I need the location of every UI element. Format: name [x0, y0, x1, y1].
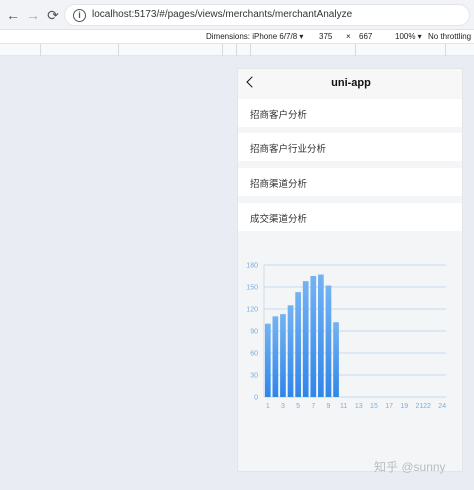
x-tick-label: 1	[266, 403, 270, 410]
y-tick-label: 30	[250, 373, 258, 380]
x-tick-label: 17	[385, 403, 393, 410]
y-tick-label: 180	[246, 263, 258, 270]
watermark: 知乎 @sunny	[374, 460, 446, 474]
ruler-tick	[355, 44, 356, 56]
url-text[interactable]: localhost:5173/#/pages/views/merchants/m…	[92, 9, 352, 20]
dimension-times: ×	[346, 32, 351, 41]
y-tick-label: 60	[250, 351, 258, 358]
x-tick-label: 22	[423, 403, 431, 410]
menu-item[interactable]: 成交渠道分析	[238, 203, 462, 231]
chart-bar[interactable]	[295, 292, 301, 397]
x-tick-label: 19	[400, 403, 408, 410]
x-tick-label: 24	[438, 403, 446, 410]
menu-item-label: 成交渠道分析	[250, 214, 308, 225]
menu-item-label: 招商客户分析	[250, 110, 308, 121]
ruler-tick	[445, 44, 446, 56]
x-tick-label: 11	[340, 403, 347, 410]
bar-chart: 0 30 60 90 120 150 180 1 3 5 7 9 11 13 15 17 19 21 22 24	[238, 245, 462, 471]
chart-bar[interactable]	[280, 314, 286, 397]
menu-item-label: 招商渠道分析	[250, 179, 308, 190]
ruler-tick	[222, 44, 223, 56]
x-tick-label: 13	[355, 403, 363, 410]
x-tick-label: 15	[370, 403, 378, 410]
x-tick-label: 3	[281, 403, 285, 410]
device-dimensions-select[interactable]: Dimensions: iPhone 6/7/8 ▾	[206, 32, 303, 41]
zoom-select[interactable]: 100% ▾	[395, 32, 422, 41]
throttling-select[interactable]: No throttling	[428, 32, 471, 41]
bar-chart-svg: 03060901201501801 3 5 7 9 11 13 15 17 19 21 22 24	[246, 263, 446, 411]
address-bar[interactable]: i localhost:5173/#/pages/views/merchants…	[64, 4, 470, 26]
back-arrow-icon[interactable]: ←	[4, 6, 22, 24]
chart-bar[interactable]	[318, 274, 324, 397]
device-toolbar: Dimensions: iPhone 6/7/8 ▾ 375 × 667 100…	[0, 30, 474, 44]
x-tick-label: 7	[311, 403, 315, 410]
device-width-input[interactable]: 375	[319, 32, 332, 41]
ruler-tick	[118, 44, 119, 56]
ruler-tick	[236, 44, 237, 56]
device-height-input[interactable]: 667	[359, 32, 372, 41]
y-tick-label: 150	[246, 285, 258, 292]
x-tick-label: 5	[296, 403, 300, 410]
menu-item[interactable]: 招商渠道分析	[238, 168, 462, 196]
reload-icon[interactable]: ⟳	[44, 6, 62, 24]
app-header: uni-app	[238, 69, 462, 97]
phone-viewport: uni-app 招商客户分析 招商客户行业分析 招商渠道分析 成交渠道分析 0 3…	[237, 68, 463, 472]
menu-item[interactable]: 招商客户分析	[238, 99, 462, 127]
page-title: uni-app	[331, 77, 371, 89]
browser-toolbar: ← → ⟳ i localhost:5173/#/pages/views/mer…	[0, 0, 474, 30]
chart-bar[interactable]	[325, 285, 332, 397]
menu-item-label: 招商客户行业分析	[250, 144, 327, 155]
chart-bar[interactable]	[264, 323, 271, 397]
x-tick-label: 9	[327, 403, 331, 410]
chart-bar[interactable]	[272, 316, 279, 397]
chart-bar[interactable]	[287, 305, 294, 397]
y-tick-label: 0	[254, 395, 258, 402]
y-tick-label: 90	[250, 329, 258, 336]
media-query-ruler	[0, 44, 474, 56]
chart-bar[interactable]	[333, 322, 339, 397]
site-info-icon[interactable]: i	[73, 9, 86, 22]
ruler-tick	[250, 44, 251, 56]
y-tick-label: 120	[246, 307, 258, 314]
chart-bar[interactable]	[302, 281, 309, 397]
menu-item[interactable]: 招商客户行业分析	[238, 133, 462, 161]
chart-bar[interactable]	[310, 276, 317, 397]
forward-arrow-icon[interactable]: →	[24, 6, 42, 24]
ruler-tick	[40, 44, 41, 56]
